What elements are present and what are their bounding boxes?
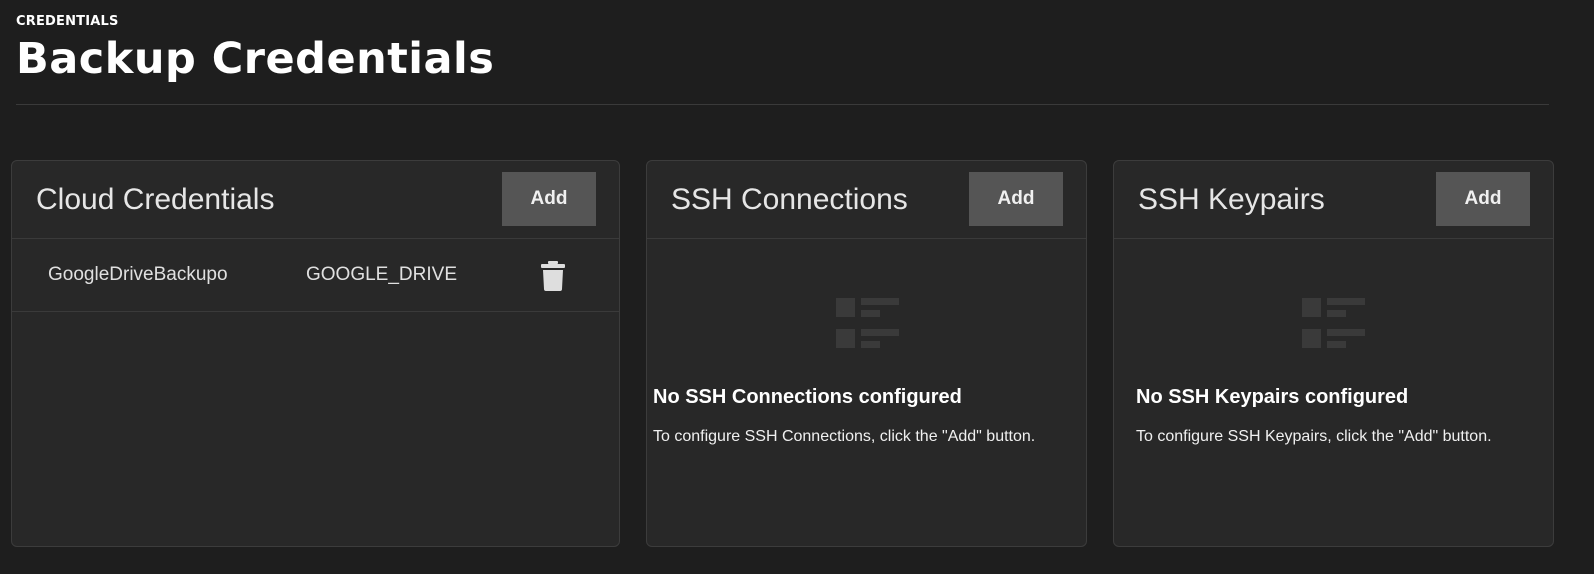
- add-ssh-connection-button[interactable]: Add: [969, 172, 1063, 226]
- ssh-connections-card: SSH Connections Add No SSH Connections c…: [646, 160, 1087, 547]
- card-header: SSH Keypairs Add: [1114, 161, 1553, 239]
- empty-text: To configure SSH Connections, click the …: [653, 428, 1036, 445]
- card-header: SSH Connections Add: [647, 161, 1086, 239]
- list-icon: [1302, 298, 1365, 352]
- page-header: CREDENTIALS Backup Credentials: [16, 14, 1549, 85]
- empty-state: No SSH Keypairs configured To configure …: [1114, 239, 1553, 546]
- cloud-credentials-card: Cloud Credentials Add GoogleDriveBackupo…: [11, 160, 620, 547]
- trash-icon[interactable]: [541, 261, 565, 291]
- empty-title: No SSH Keypairs configured: [1136, 386, 1409, 408]
- empty-text: To configure SSH Keypairs, click the "Ad…: [1136, 428, 1492, 445]
- card-header: Cloud Credentials Add: [12, 161, 619, 239]
- page-title: Backup Credentials: [16, 34, 495, 84]
- header-divider: [16, 104, 1549, 105]
- empty-state: No SSH Connections configured To configu…: [647, 239, 1086, 546]
- card-title: SSH Connections: [671, 183, 908, 216]
- card-title: SSH Keypairs: [1138, 183, 1325, 216]
- add-cloud-credential-button[interactable]: Add: [502, 172, 596, 226]
- credential-provider: GOOGLE_DRIVE: [306, 264, 457, 285]
- credential-name: GoogleDriveBackupo: [48, 264, 228, 285]
- table-row[interactable]: GoogleDriveBackupo GOOGLE_DRIVE: [12, 239, 619, 312]
- empty-title: No SSH Connections configured: [653, 386, 962, 408]
- card-title: Cloud Credentials: [36, 183, 275, 216]
- ssh-keypairs-card: SSH Keypairs Add No SSH Keypairs configu…: [1113, 160, 1554, 547]
- list-icon: [836, 298, 899, 352]
- add-ssh-keypair-button[interactable]: Add: [1436, 172, 1530, 226]
- breadcrumb: CREDENTIALS: [16, 14, 119, 29]
